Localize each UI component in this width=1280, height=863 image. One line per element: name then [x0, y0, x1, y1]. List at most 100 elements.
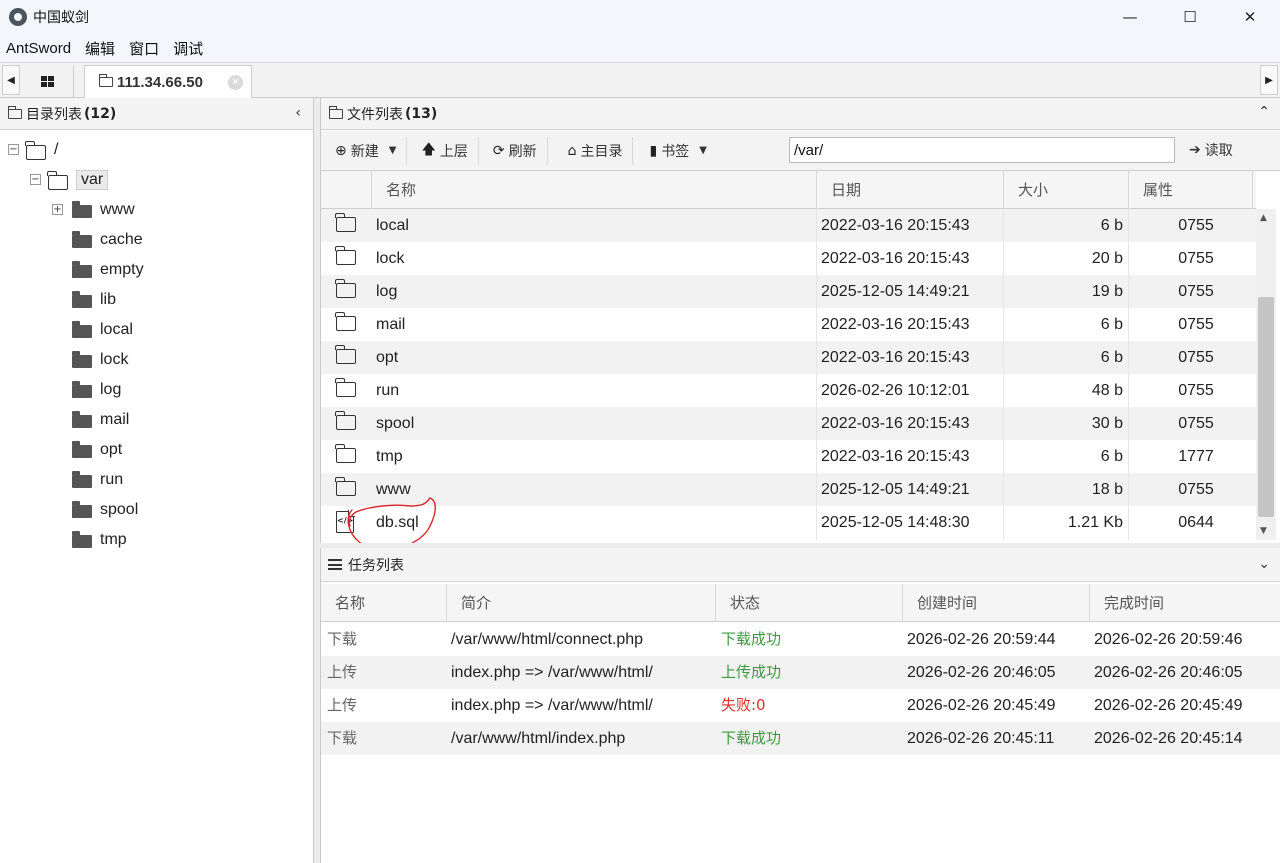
scroll-down-icon[interactable]: ▼ [1260, 526, 1267, 536]
folder-icon [72, 291, 92, 308]
tree-item-spool[interactable]: spool [72, 498, 138, 522]
column-divider [1003, 209, 1004, 540]
menu-window[interactable]: 窗口 [123, 38, 167, 59]
column-size[interactable]: 大小 [1003, 171, 1128, 209]
tree-item-lock[interactable]: lock [72, 348, 128, 372]
new-label: 新建 [350, 143, 379, 160]
tab-home[interactable] [22, 65, 74, 97]
column-task-status[interactable]: 状态 [715, 584, 902, 622]
menu-antsword[interactable]: AntSword [0, 40, 79, 57]
table-row[interactable]: mail 2022-03-16 20:15:43 6 b 0755 [321, 308, 1256, 341]
table-row[interactable]: local 2022-03-16 20:15:43 6 b 0755 [321, 209, 1256, 242]
tree-item-mail[interactable]: mail [72, 408, 129, 432]
tree-item-lib[interactable]: lib [72, 288, 116, 312]
new-button[interactable]: ⊕ 新建 ▼ [321, 136, 408, 165]
up-level-button[interactable]: 🡅 上层 [407, 136, 479, 165]
column-task-done[interactable]: 完成时间 [1089, 584, 1279, 622]
tree-item-opt[interactable]: opt [72, 438, 122, 462]
table-row[interactable]: run 2026-02-26 10:12:01 48 b 0755 [321, 374, 1256, 407]
file-name: www [376, 481, 411, 498]
folder-icon [335, 378, 356, 397]
column-date[interactable]: 日期 [816, 171, 1003, 209]
chevron-down-icon[interactable]: ⌄ [1258, 556, 1270, 572]
tree-label-lock: lock [100, 351, 129, 368]
column-task-name[interactable]: 名称 [321, 584, 446, 622]
up-level-label: 上层 [439, 143, 468, 160]
file-date: 2022-03-16 20:15:43 [821, 448, 970, 465]
column-task-desc[interactable]: 简介 [446, 584, 715, 622]
collapse-toggle-icon[interactable]: − [30, 174, 41, 185]
column-name[interactable]: 名称 [371, 171, 816, 209]
file-attr: 0755 [1178, 349, 1214, 366]
task-row[interactable]: 上传 index.php => /var/www/html/ 失败:0 2026… [321, 689, 1280, 722]
refresh-icon: ⟳ [492, 142, 505, 159]
file-size: 20 b [1091, 250, 1123, 267]
refresh-button[interactable]: ⟳ 刷新 [479, 136, 548, 165]
read-button[interactable]: ➔ 读取 [1189, 137, 1233, 163]
window-controls: — ☐ ✕ [1100, 0, 1280, 34]
task-row[interactable]: 上传 index.php => /var/www/html/ 上传成功 2026… [321, 656, 1280, 689]
task-panel: 任务列表 ⌄ 名称 简介 状态 创建时间 完成时间 下载 /var/www/ht… [320, 548, 1280, 863]
maximize-button[interactable]: ☐ [1160, 0, 1220, 34]
task-row[interactable]: 下载 /var/www/html/connect.php 下载成功 2026-0… [321, 623, 1280, 656]
task-grid-header: 名称 简介 状态 创建时间 完成时间 [321, 584, 1280, 622]
tab-host[interactable]: 111.34.66.50 ✕ [84, 65, 252, 98]
menu-edit[interactable]: 编辑 [79, 38, 123, 59]
folder-icon [335, 345, 356, 364]
tree-item-cache[interactable]: cache [72, 228, 143, 252]
tab-close-icon[interactable]: ✕ [228, 75, 243, 90]
directory-panel: 目录列表 (12) ‹ − / − var + www cache empty [0, 98, 314, 863]
collapse-left-icon[interactable]: ‹ [295, 105, 301, 121]
tree-item-root[interactable]: − / [8, 138, 58, 162]
task-done: 2026-02-26 20:45:14 [1094, 730, 1243, 747]
tab-scroll-right-button[interactable]: ▶ [1260, 65, 1278, 95]
task-status: 失败:0 [721, 696, 766, 714]
close-button[interactable]: ✕ [1220, 0, 1280, 34]
window-title: 中国蚁剑 [33, 10, 89, 26]
column-divider [816, 209, 817, 540]
table-row[interactable]: </> db.sql 2025-12-05 14:48:30 1.21 Kb 0… [321, 506, 1256, 539]
tree-label-cache: cache [100, 231, 143, 248]
tree-item-var[interactable]: − var [30, 168, 109, 192]
tree-item-empty[interactable]: empty [72, 258, 144, 282]
file-list-scrollbar[interactable]: ▲ ▼ [1256, 209, 1276, 540]
task-row[interactable]: 下载 /var/www/html/index.php 下载成功 2026-02-… [321, 722, 1280, 755]
task-created: 2026-02-26 20:45:49 [907, 697, 1056, 714]
column-attr[interactable]: 属性 [1128, 171, 1253, 209]
column-task-created[interactable]: 创建时间 [902, 584, 1089, 622]
table-row[interactable]: lock 2022-03-16 20:15:43 20 b 0755 [321, 242, 1256, 275]
bookmark-button[interactable]: ▮ 书签 ▼ [633, 137, 716, 165]
tree-item-log[interactable]: log [72, 378, 121, 402]
table-row[interactable]: log 2025-12-05 14:49:21 19 b 0755 [321, 275, 1256, 308]
table-row[interactable]: opt 2022-03-16 20:15:43 6 b 0755 [321, 341, 1256, 374]
path-input[interactable] [789, 137, 1175, 163]
tree-label-tmp: tmp [100, 531, 127, 548]
task-type: 下载 [327, 729, 358, 747]
folder-icon [72, 201, 92, 218]
scroll-up-icon[interactable]: ▲ [1260, 213, 1267, 223]
folder-icon [335, 411, 356, 430]
task-status: 上传成功 [721, 663, 782, 681]
collapse-up-icon[interactable]: ⌃ [1258, 104, 1270, 120]
expand-toggle-icon[interactable]: + [52, 204, 63, 215]
file-list: local 2022-03-16 20:15:43 6 b 0755 lock … [321, 209, 1256, 540]
table-row[interactable]: tmp 2022-03-16 20:15:43 6 b 1777 [321, 440, 1256, 473]
file-panel-header: 文件列表 (13) ⌃ [321, 98, 1280, 130]
menu-debug[interactable]: 调试 [167, 38, 211, 59]
file-attr: 0755 [1178, 283, 1214, 300]
table-row[interactable]: spool 2022-03-16 20:15:43 30 b 0755 [321, 407, 1256, 440]
tree-label-local: local [100, 321, 133, 338]
tab-scroll-left-button[interactable]: ◀ [2, 65, 20, 95]
collapse-toggle-icon[interactable]: − [8, 144, 19, 155]
home-button[interactable]: ⌂ 主目录 [548, 136, 634, 165]
tree-item-www[interactable]: + www [52, 198, 135, 222]
minimize-button[interactable]: — [1100, 0, 1160, 34]
task-panel-header: 任务列表 ⌄ [321, 548, 1280, 582]
table-row[interactable]: www 2025-12-05 14:49:21 18 b 0755 [321, 473, 1256, 506]
tree-item-tmp[interactable]: tmp [72, 528, 127, 552]
tree-item-local[interactable]: local [72, 318, 133, 342]
bookmark-icon: ▮ [649, 142, 658, 159]
file-toolbar: ⊕ 新建 ▼ 🡅 上层 ⟳ 刷新 ⌂ 主目录 ▮ 书签 ▼ ➔ 读取 [321, 131, 1280, 171]
tree-item-run[interactable]: run [72, 468, 123, 492]
scrollbar-thumb[interactable] [1258, 297, 1274, 517]
